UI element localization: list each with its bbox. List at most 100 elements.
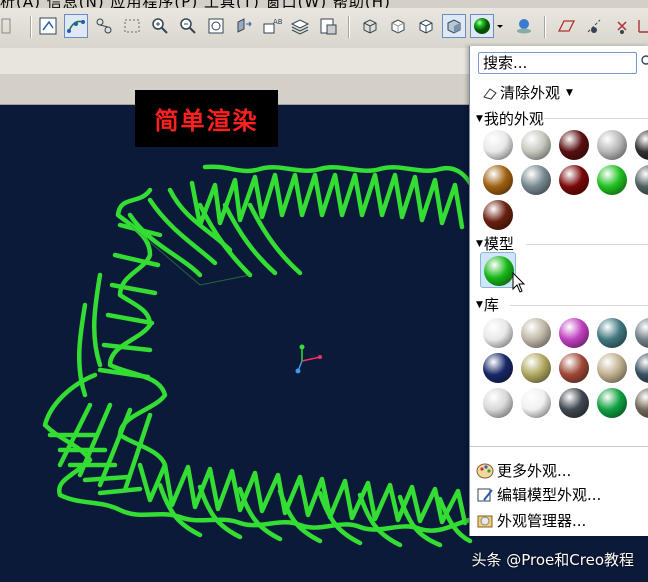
spline-icon[interactable] xyxy=(64,14,88,38)
appearance-swatch-light-gray[interactable] xyxy=(518,127,554,163)
appearance-swatch-emerald[interactable] xyxy=(594,385,630,421)
appearance-swatch-silver-split[interactable] xyxy=(594,127,630,163)
palette-icon xyxy=(476,463,494,478)
datum-plane-icon[interactable] xyxy=(554,14,578,38)
graph-icon[interactable] xyxy=(92,14,116,38)
appearance-ball-icon xyxy=(635,165,648,195)
appearance-ball-icon xyxy=(483,353,513,383)
section-my-appearances[interactable]: ▼ 我的外观 xyxy=(476,108,544,129)
appearance-swatch-amber[interactable] xyxy=(480,162,516,198)
section-model-label: 模型 xyxy=(483,235,514,253)
main-toolbar: AB xyxy=(0,8,648,49)
appearance-ball-icon xyxy=(635,318,648,348)
menu-bar-text[interactable]: 析(A) 信息(N) 应用程序(P) 工具(T) 窗口(W) 帮助(H) xyxy=(0,0,391,8)
appearance-ball-icon xyxy=(521,130,551,160)
appearance-swatch-pewter[interactable] xyxy=(518,315,554,351)
appearance-ball-icon xyxy=(597,130,627,160)
hidden-line-icon[interactable] xyxy=(386,14,410,38)
appearance-swatch-white[interactable] xyxy=(480,127,516,163)
refit-icon[interactable] xyxy=(204,14,228,38)
appearance-ball-icon xyxy=(597,318,627,348)
appearance-ball-icon xyxy=(521,353,551,383)
dropdown-arrow-icon[interactable] xyxy=(494,14,506,38)
select-box-icon[interactable] xyxy=(120,14,144,38)
print-icon[interactable] xyxy=(316,14,340,38)
appearance-swatch-olive-gold[interactable] xyxy=(518,350,554,386)
eraser-icon xyxy=(483,87,497,100)
appearance-swatch-black[interactable] xyxy=(632,127,648,163)
appearance-swatch-magenta[interactable] xyxy=(556,315,592,351)
edit-model-appearance-item[interactable]: 编辑模型外观... xyxy=(476,484,601,505)
section-library[interactable]: ▼ 库 xyxy=(476,294,499,315)
named-view-icon[interactable]: AB xyxy=(260,14,284,38)
collapse-triangle-icon: ▼ xyxy=(476,113,483,124)
shading-icon[interactable] xyxy=(442,14,466,38)
csys-triad xyxy=(295,344,322,374)
appearance-ball-icon xyxy=(597,353,627,383)
more-appearances-item[interactable]: 更多外观... xyxy=(476,460,571,481)
csys-icon[interactable] xyxy=(636,14,648,38)
appearance-swatch-green[interactable] xyxy=(594,162,630,198)
appearance-manager-label: 外观管理器... xyxy=(497,512,587,530)
appearance-swatch-maroon[interactable] xyxy=(556,162,592,198)
appearance-swatch-green[interactable] xyxy=(480,252,516,288)
render-label-box: 简单渲染 xyxy=(135,90,278,147)
search-input[interactable]: 搜索... xyxy=(478,52,637,74)
appearance-ball-icon xyxy=(483,200,513,230)
section-my-appearances-label: 我的外观 xyxy=(483,110,544,128)
orient-icon[interactable] xyxy=(232,14,256,38)
appearance-manager-icon xyxy=(477,515,493,527)
appearance-swatch-beige[interactable] xyxy=(594,350,630,386)
section-model[interactable]: ▼ 模型 xyxy=(476,233,514,254)
appearance-swatch-dark-red[interactable] xyxy=(556,127,592,163)
appearance-swatch-brown[interactable] xyxy=(480,197,516,233)
appearance-ball-icon xyxy=(597,388,627,418)
point-display-icon[interactable] xyxy=(610,14,634,38)
watermark-text: 头条 @Proe和Creo教程 xyxy=(471,551,634,569)
render-label-text: 简单渲染 xyxy=(154,106,259,135)
wireframe-icon[interactable] xyxy=(358,14,382,38)
appearance-ball-icon xyxy=(483,318,513,348)
collapse-triangle-icon: ▼ xyxy=(476,299,483,310)
appearance-swatch-white-half[interactable] xyxy=(518,385,554,421)
appearance-manager-item[interactable]: 外观管理器... xyxy=(476,510,586,531)
appearance-swatch-pale-gray[interactable] xyxy=(480,385,516,421)
edit-model-appearance-label: 编辑模型外观... xyxy=(497,486,602,504)
toolbar-overflow-icon[interactable] xyxy=(0,14,14,38)
axis-display-icon[interactable] xyxy=(582,14,606,38)
clear-appearance-item[interactable]: 清除外观 ▼ xyxy=(482,82,573,103)
appearance-ball-icon xyxy=(597,165,627,195)
appearance-swatch-brick[interactable] xyxy=(556,350,592,386)
scene-icon[interactable] xyxy=(512,14,536,38)
appearance-ball-icon xyxy=(483,388,513,418)
appearance-ball-icon xyxy=(521,318,551,348)
appearance-ball-icon xyxy=(635,353,648,383)
appearance-ball-icon xyxy=(559,165,589,195)
appearance-swatch-white[interactable] xyxy=(480,315,516,351)
appearance-swatch-teal[interactable] xyxy=(594,315,630,351)
edit-appearance-icon xyxy=(477,488,493,501)
appearance-swatch-navy[interactable] xyxy=(480,350,516,386)
appearance-ball-icon xyxy=(559,130,589,160)
zoom-in-icon[interactable] xyxy=(148,14,172,38)
layers-icon[interactable] xyxy=(288,14,312,38)
appearance-ball-icon xyxy=(521,165,551,195)
appearance-swatch-charcoal[interactable] xyxy=(556,385,592,421)
appearance-swatch-steel-blue[interactable] xyxy=(632,315,648,351)
more-appearances-label: 更多外观... xyxy=(497,462,572,480)
appearance-ball-icon[interactable] xyxy=(470,14,494,38)
appearance-swatch-taupe[interactable] xyxy=(632,385,648,421)
appearance-ball-icon xyxy=(559,388,589,418)
appearance-ball-icon xyxy=(521,388,551,418)
no-hidden-icon[interactable] xyxy=(414,14,438,38)
zoom-out-icon[interactable] xyxy=(176,14,200,38)
search-icon[interactable] xyxy=(639,52,648,72)
appearance-ball-icon xyxy=(483,130,513,160)
appearance-ball-icon xyxy=(559,353,589,383)
appearance-swatch-steel[interactable] xyxy=(518,162,554,198)
appearance-swatch-slate[interactable] xyxy=(632,162,648,198)
appearance-ball-icon xyxy=(483,165,513,195)
appearance-swatch-dark-slate[interactable] xyxy=(632,350,648,386)
clear-appearance-label: 清除外观 xyxy=(500,84,561,102)
zoom-fit-icon[interactable] xyxy=(36,14,60,38)
